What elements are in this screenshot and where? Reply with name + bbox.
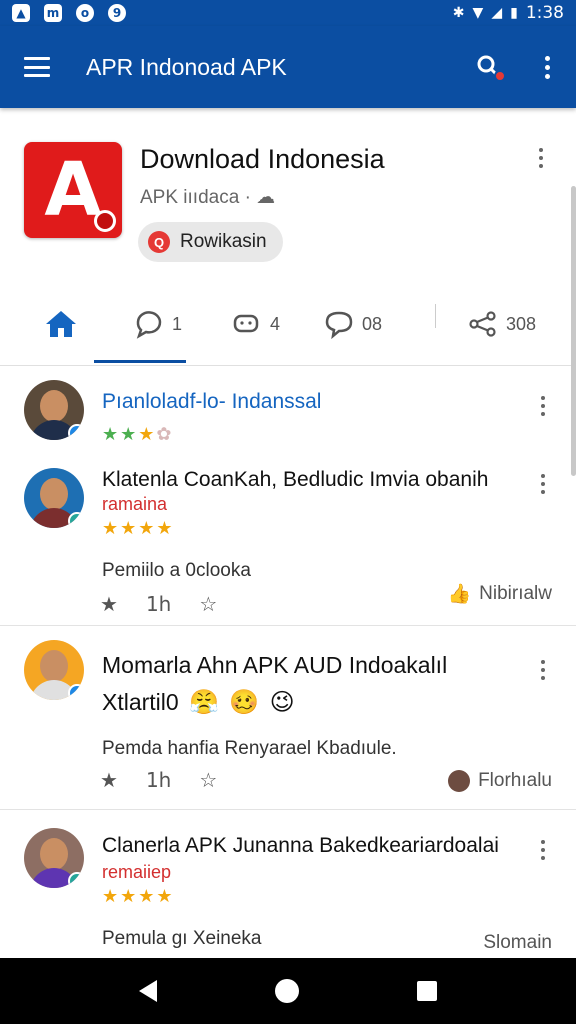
verified-icon <box>68 684 84 700</box>
app-chip[interactable]: Q Rowikasin <box>138 222 283 262</box>
post-overflow-icon[interactable] <box>538 396 548 416</box>
post-meta[interactable]: Florhıalu <box>448 770 552 792</box>
app-bar: APR Indonoad APK <box>0 26 576 108</box>
cell-signal-icon: ◢ <box>491 5 503 21</box>
star-rating: ★ ★ ★ ✿ <box>102 424 172 445</box>
feed: Pıanloladf-lo- Indanssal ★ ★ ★ ✿ Klatenla C… <box>0 368 576 970</box>
post-title[interactable]: Clanerla APK Junanna Bakedkeariardoalai <box>102 834 499 858</box>
app-notification-icon: ▲ <box>12 4 30 22</box>
post-meta-label: Nibirıalw <box>479 583 552 604</box>
chip-label: Rowikasin <box>180 231 267 252</box>
post-title[interactable]: Momarla Ahn APK AUD Indoakalıl <box>102 652 447 679</box>
scrollbar[interactable] <box>571 186 576 476</box>
home-icon <box>46 311 76 337</box>
notification-badge <box>494 70 506 82</box>
search-icon[interactable] <box>476 54 506 82</box>
post-meta-label: Florhıalu <box>478 770 552 791</box>
gear-icon <box>94 210 116 232</box>
battery-icon: ▮ <box>510 5 518 21</box>
notification-icons: ▲ m o 9 <box>12 4 126 22</box>
tab-count: 1 <box>172 313 183 334</box>
avatar[interactable] <box>24 640 84 700</box>
post-subtitle: remaiiep <box>102 862 172 882</box>
angry-emoji-icon: 😤 <box>189 688 219 716</box>
post-title-line2[interactable]: Xtlartil0 😤 🥴 😉 <box>102 688 295 716</box>
star-rating: ★ ★ ★ ★ <box>102 518 173 539</box>
list-item[interactable]: Momarla Ahn APK AUD Indoakalıl Xtlartil0… <box>0 626 576 810</box>
reply-icon <box>325 311 353 339</box>
status-bar: ▲ m o 9 ✱ ▼ ◢ ▮ 1:38 <box>0 0 576 26</box>
dizzy-emoji-icon: 🥴 <box>229 688 260 716</box>
post-title[interactable]: Pıanloladf-lo- Indanssal <box>102 390 321 414</box>
avatar[interactable] <box>24 380 84 440</box>
app-bar-title: APR Indonoad APK <box>86 53 287 80</box>
post-overflow-icon[interactable] <box>538 660 548 680</box>
chat-bubbles-icon <box>233 314 259 333</box>
post-body: Pemda hanfia Renyarael Kbadıule. <box>102 738 397 759</box>
overflow-menu-icon[interactable] <box>542 55 552 79</box>
post-subtitle: ramaina <box>102 494 168 514</box>
star-icon[interactable]: ★ <box>100 592 118 616</box>
avatar <box>448 770 471 792</box>
star-rating: ★ ★ ★ ★ <box>102 886 173 907</box>
like-count[interactable]: 1h <box>146 592 171 616</box>
wifi-icon: ▼ <box>472 5 484 21</box>
tab-share[interactable]: 308 <box>468 298 536 350</box>
comment-icon <box>136 311 162 339</box>
verified-icon <box>68 424 84 440</box>
avatar[interactable] <box>24 828 84 888</box>
post-title[interactable]: Klatenla CoanKah, Bedludic Imvia obanih <box>102 468 488 492</box>
like-count[interactable]: 1h <box>146 768 171 792</box>
post-body: Pemula gı Xeineka <box>102 928 262 949</box>
system-status: ✱ ▼ ◢ ▮ 1:38 <box>453 3 564 23</box>
app-subtitle: APK iııdaca · ☁ <box>140 187 276 208</box>
thumbs-up-icon: 👍 <box>447 584 472 605</box>
wink-emoji-icon: 😉 <box>269 688 295 716</box>
tab-home[interactable] <box>44 298 186 363</box>
app-name: Download Indonesia <box>140 144 385 174</box>
chip-search-icon: Q <box>148 231 170 253</box>
share-icon <box>469 311 496 337</box>
app-notification-icon: 9 <box>108 4 126 22</box>
post-actions: ★ 1h ☆ <box>100 592 217 616</box>
tab-divider <box>435 304 436 328</box>
verified-icon <box>68 872 84 888</box>
post-actions: ★ 1h ☆ <box>100 768 217 792</box>
list-item[interactable]: Clanerla APK Junanna Bakedkeariardoalai … <box>0 810 576 970</box>
app-overflow-icon[interactable] <box>536 148 546 168</box>
back-icon[interactable] <box>139 980 157 1002</box>
post-body: Pemiilo a 0clooka <box>102 560 251 581</box>
tab-chat[interactable]: 4 <box>232 298 280 350</box>
tab-bar: 1 4 08 308 <box>0 288 576 366</box>
mail-notification-icon: m <box>44 4 62 22</box>
tab-reply[interactable]: 08 <box>324 298 382 350</box>
post-meta[interactable]: 👍 Nibirıalw <box>447 582 552 606</box>
verified-icon <box>68 512 84 528</box>
star-icon[interactable]: ★ <box>100 768 118 792</box>
tab-count: 08 <box>362 313 383 334</box>
tab-comments[interactable]: 1 <box>134 298 182 350</box>
list-item[interactable]: Pıanloladf-lo- Indanssal ★ ★ ★ ✿ Klatenla C… <box>0 368 576 626</box>
bluetooth-icon: ✱ <box>452 5 465 21</box>
star-outline-icon[interactable]: ☆ <box>199 768 217 792</box>
tab-count: 4 <box>270 313 281 334</box>
cloud-icon: ☁ <box>256 187 276 208</box>
app-header: A Download Indonesia APK iııdaca · ☁ Q R… <box>24 142 554 262</box>
chat-notification-icon: o <box>76 4 94 22</box>
app-logo: A <box>24 142 122 238</box>
recent-apps-icon[interactable] <box>417 981 437 1001</box>
post-overflow-icon[interactable] <box>538 474 548 494</box>
star-outline-icon[interactable]: ☆ <box>199 592 217 616</box>
home-button-icon[interactable] <box>275 979 299 1003</box>
dot-separator: · <box>244 187 251 208</box>
system-nav-bar <box>0 958 576 1024</box>
status-time: 1:38 <box>525 3 564 23</box>
post-meta-label: Slomain <box>483 932 552 953</box>
tab-count: 308 <box>506 313 537 334</box>
menu-icon[interactable] <box>24 57 50 77</box>
post-overflow-icon[interactable] <box>538 840 548 860</box>
post-meta[interactable]: Slomain <box>483 932 552 954</box>
avatar[interactable] <box>24 468 84 528</box>
